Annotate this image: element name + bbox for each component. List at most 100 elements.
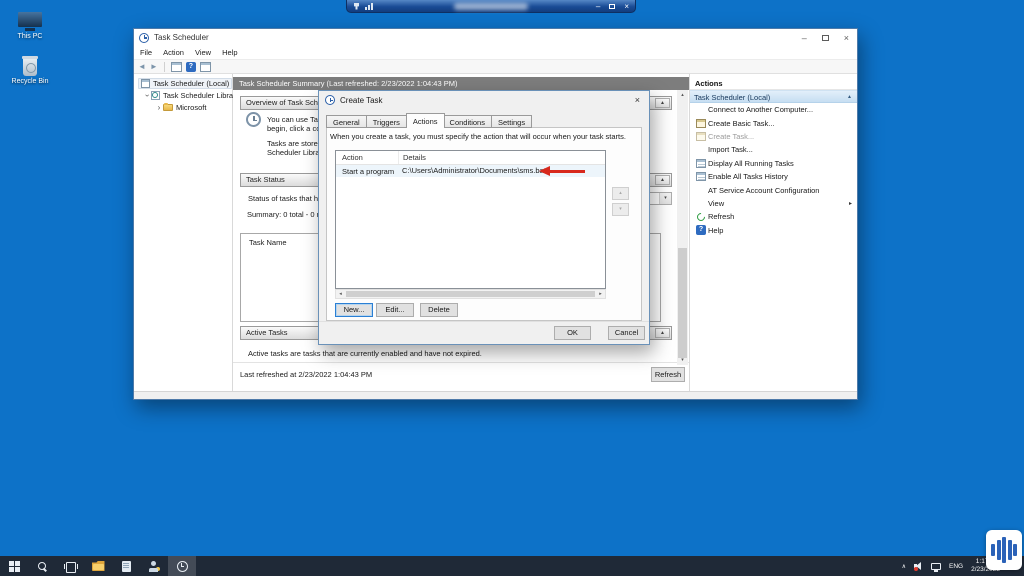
start-button[interactable] (0, 556, 28, 576)
action-cell: Start a program (336, 167, 398, 176)
collapse-icon[interactable]: ▲ (655, 328, 670, 338)
rdp-restore-button[interactable] (609, 4, 615, 9)
menu-bar: File Action View Help (134, 46, 857, 59)
action-view[interactable]: View ▸ (690, 197, 857, 210)
help-icon[interactable]: ? (186, 62, 196, 72)
actions-pane: Actions Task Scheduler (Local) ▲ Connect… (689, 74, 857, 391)
people-app-button[interactable] (140, 556, 168, 576)
connection-signal-icon (365, 3, 373, 10)
menu-action[interactable]: Action (163, 48, 184, 57)
action-create-task[interactable]: Create Task... (690, 130, 857, 143)
refresh-button[interactable]: Refresh (651, 367, 685, 382)
action-at-service-account-configuration[interactable]: AT Service Account Configuration (690, 183, 857, 196)
menu-help[interactable]: Help (222, 48, 237, 57)
move-up-button[interactable]: ▴ (612, 187, 629, 200)
desktop-icon-label: Recycle Bin (3, 78, 57, 85)
tree-item-task-scheduler-library[interactable]: › Task Scheduler Library (134, 89, 232, 101)
dropdown-icon[interactable]: ▾ (659, 193, 671, 204)
dialog-titlebar[interactable]: Create Task × (319, 91, 649, 109)
rdp-connection-bar[interactable]: – × (346, 0, 636, 13)
create-basic-task-icon (696, 119, 706, 128)
actions-pane-title: Actions (690, 77, 857, 90)
rdp-session-title (454, 3, 528, 10)
volume-muted-icon[interactable] (914, 562, 923, 571)
collapse-icon[interactable]: ▲ (655, 175, 670, 185)
desktop-icon-this-pc[interactable]: This PC (3, 12, 57, 40)
action-help[interactable]: ? Help (690, 224, 857, 237)
file-explorer-button[interactable] (84, 556, 112, 576)
tab-actions[interactable]: Actions (406, 113, 445, 128)
new-button[interactable]: New... (335, 303, 373, 317)
menu-view[interactable]: View (195, 48, 211, 57)
actions-group-header[interactable]: Task Scheduler (Local) ▲ (690, 90, 857, 103)
window-titlebar[interactable]: Task Scheduler – × (134, 29, 857, 46)
action-refresh[interactable]: Refresh (690, 210, 857, 223)
overview-text: Scheduler Library (267, 148, 326, 157)
show-action-pane-icon[interactable] (200, 62, 211, 72)
network-icon[interactable] (931, 563, 941, 570)
scrollbar-thumb[interactable] (346, 291, 595, 297)
rdp-close-button[interactable]: × (624, 0, 629, 13)
task-scheduler-icon (139, 33, 149, 43)
document-app-button[interactable] (112, 556, 140, 576)
tree-item-microsoft[interactable]: › Microsoft (134, 101, 232, 113)
active-tasks-description: Active tasks are tasks that are currentl… (248, 349, 482, 358)
dialog-close-icon[interactable]: × (635, 95, 640, 105)
tab-triggers[interactable]: Triggers (367, 115, 407, 128)
action-create-basic-task[interactable]: Create Basic Task... (690, 116, 857, 129)
collapse-icon[interactable]: ▲ (655, 98, 670, 108)
pin-icon[interactable] (354, 3, 359, 10)
chevron-down-icon[interactable]: › (143, 91, 151, 100)
scroll-up-icon[interactable]: ▴ (677, 90, 688, 100)
move-down-button[interactable]: ▾ (612, 203, 629, 216)
scrollbar-thumb[interactable] (678, 248, 687, 358)
maximize-button[interactable] (822, 35, 829, 41)
console-root-icon (141, 79, 150, 88)
desktop-icon-recycle-bin[interactable]: Recycle Bin (3, 56, 57, 85)
forward-icon[interactable]: ► (150, 61, 158, 72)
highlight-arrow (539, 166, 587, 176)
scroll-right-icon[interactable]: ▸ (596, 290, 605, 298)
scroll-left-icon[interactable]: ◂ (336, 290, 345, 298)
search-icon (37, 561, 48, 572)
refresh-icon (695, 211, 706, 222)
tab-conditions[interactable]: Conditions (444, 115, 492, 128)
cancel-button[interactable]: Cancel (608, 326, 645, 340)
tab-general[interactable]: General (326, 115, 367, 128)
task-view-button[interactable] (56, 556, 84, 576)
task-status-summary: Summary: 0 total - 0 run (247, 210, 327, 219)
show-console-tree-icon[interactable] (171, 62, 182, 72)
tab-settings[interactable]: Settings (492, 115, 532, 128)
action-import-task[interactable]: Import Task... (690, 143, 857, 156)
rdp-minimize-button[interactable]: – (596, 0, 600, 13)
minimize-button[interactable]: – (802, 33, 807, 43)
delete-button[interactable]: Delete (420, 303, 458, 317)
vertical-scrollbar[interactable]: ▴ ▾ (677, 90, 688, 365)
close-button[interactable]: × (844, 33, 849, 43)
action-display-all-running-tasks[interactable]: Display All Running Tasks (690, 157, 857, 170)
running-tasks-icon (696, 159, 706, 168)
overview-text: begin, click a con (267, 124, 325, 133)
tree-item-task-scheduler-local[interactable]: Task Scheduler (Local) (134, 77, 232, 89)
create-task-icon (325, 95, 335, 105)
scroll-down-icon[interactable]: ▾ (677, 355, 688, 365)
edit-button[interactable]: Edit... (376, 303, 414, 317)
language-indicator[interactable]: ENG (949, 563, 963, 570)
dialog-title: Create Task (340, 96, 383, 105)
search-button[interactable] (28, 556, 56, 576)
action-connect-to-another-computer[interactable]: Connect to Another Computer... (690, 103, 857, 116)
menu-file[interactable]: File (140, 48, 152, 57)
back-icon[interactable]: ◄ (138, 61, 146, 72)
window-title: Task Scheduler (154, 33, 209, 42)
last-refreshed-text: Last refreshed at 2/23/2022 1:04:43 PM (240, 370, 372, 379)
tray-expand-icon[interactable]: ∧ (902, 563, 906, 570)
task-scheduler-taskbar-button[interactable] (168, 556, 196, 576)
history-icon (696, 172, 706, 181)
actions-list[interactable]: Action Details Start a program C:\Users\… (335, 150, 606, 289)
help-icon: ? (696, 225, 706, 235)
ok-button[interactable]: OK (554, 326, 591, 340)
chevron-right-icon[interactable]: › (155, 103, 163, 112)
horizontal-scrollbar[interactable]: ◂ ▸ (335, 289, 606, 299)
action-enable-all-tasks-history[interactable]: Enable All Tasks History (690, 170, 857, 183)
people-icon (149, 561, 160, 572)
